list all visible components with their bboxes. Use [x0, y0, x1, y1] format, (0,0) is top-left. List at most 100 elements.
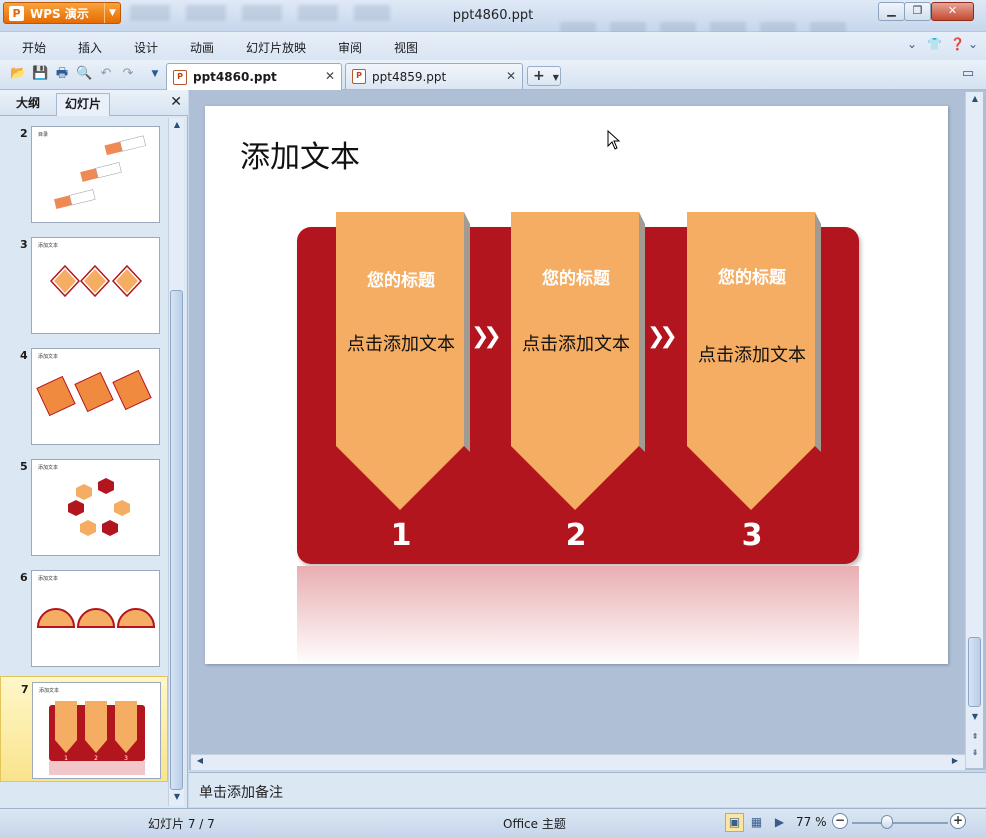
- thumbnail-slide-5[interactable]: 5 添加文本: [0, 454, 168, 560]
- chevron-down-icon[interactable]: ▼: [553, 73, 559, 82]
- double-chevron-icon: ❯❯: [647, 324, 678, 349]
- close-panel-icon[interactable]: ✕: [170, 94, 182, 110]
- window-title: ppt4860.ppt: [452, 8, 534, 23]
- thumbnail-number: 2: [20, 127, 28, 140]
- card-title[interactable]: 您的标题: [511, 264, 641, 289]
- scroll-right-icon[interactable]: ▶: [949, 756, 961, 770]
- menu-view[interactable]: 视图: [394, 39, 418, 56]
- thumbnail-slide-7[interactable]: 7 添加文本 1 2 3: [0, 676, 168, 782]
- thumbnail-preview: 添加文本 1 2 3: [32, 682, 161, 779]
- thumbnail-list: 2 目录 3 添加文本 4 添加文本 5 添加文本 6 添加文本 7 添加文本 …: [0, 118, 168, 808]
- slide-editor: 添加文本 您的标题 点击添加文本 您的标题 点击添加文本 您的标题 点击添加文本…: [189, 90, 986, 770]
- close-tab-icon[interactable]: ✕: [325, 69, 335, 83]
- open-folder-icon[interactable]: 📂: [10, 66, 26, 82]
- save-icon[interactable]: 💾: [32, 66, 48, 82]
- zoom-in-icon[interactable]: +: [950, 813, 966, 829]
- scroll-up-icon[interactable]: ▲: [969, 94, 981, 108]
- slide-horizontal-scrollbar[interactable]: ◀ ▶: [191, 754, 965, 770]
- thumbnail-number: 6: [20, 571, 28, 584]
- menu-insert[interactable]: 插入: [78, 39, 102, 56]
- theme-name: Office 主题: [503, 817, 566, 831]
- slideshow-play-icon[interactable]: ▶: [770, 813, 789, 832]
- new-tab-button[interactable]: + ▼: [527, 66, 561, 86]
- print-icon[interactable]: 🖶: [54, 66, 70, 82]
- slide-title[interactable]: 添加文本: [240, 132, 360, 176]
- next-slide-icon[interactable]: ⇟: [969, 748, 981, 762]
- notes-placeholder[interactable]: 单击添加备注: [199, 782, 283, 802]
- thumbnail-number: 5: [20, 460, 28, 473]
- thumbnail-preview: 添加文本: [31, 348, 160, 445]
- notes-pane[interactable]: 单击添加备注: [189, 772, 986, 807]
- skin-shirt-icon[interactable]: 👕: [927, 37, 942, 51]
- close-window-button[interactable]: ✕: [931, 2, 974, 21]
- doc-tab-ppt4860[interactable]: P ppt4860.ppt ✕: [166, 63, 342, 90]
- panel-tabs: 大纲 幻灯片 ✕: [0, 90, 188, 116]
- thumbnail-preview: 添加文本: [31, 459, 160, 556]
- normal-view-icon[interactable]: ▣: [725, 813, 744, 832]
- thumbnail-slide-2[interactable]: 2 目录: [0, 121, 168, 227]
- tab-slides[interactable]: 幻灯片: [56, 93, 111, 116]
- menu-animation[interactable]: 动画: [190, 39, 214, 56]
- step-card-2[interactable]: 您的标题 点击添加文本: [511, 212, 645, 510]
- ppt-file-icon: P: [173, 69, 187, 85]
- doc-tab-ppt4859[interactable]: P ppt4859.ppt ✕: [345, 63, 523, 89]
- close-tab-icon[interactable]: ✕: [506, 69, 516, 83]
- svg-text:3: 3: [124, 755, 128, 762]
- menu-home[interactable]: 开始: [22, 39, 46, 56]
- chevron-down-icon[interactable]: ⌄: [907, 37, 917, 51]
- undo-icon[interactable]: ↶: [98, 66, 114, 82]
- step-card-3[interactable]: 您的标题 点击添加文本: [687, 212, 821, 510]
- menu-slideshow[interactable]: 幻灯片放映: [246, 39, 306, 56]
- slide-vertical-scrollbar[interactable]: ▲ ▼ ⇞ ⇟: [965, 92, 983, 768]
- help-dropdown-icon[interactable]: ⌄: [968, 37, 978, 51]
- thumbnails-scrollbar[interactable]: ▲ ▼: [168, 118, 184, 806]
- mouse-cursor-icon: [607, 130, 621, 150]
- thumbnail-title: 添加文本: [38, 354, 59, 360]
- scroll-down-icon[interactable]: ▼: [969, 712, 981, 726]
- customize-toolbar-icon[interactable]: ▼: [147, 66, 163, 82]
- scroll-down-icon[interactable]: ▼: [171, 792, 183, 806]
- card-text[interactable]: 点击添加文本: [336, 330, 466, 356]
- thumbnail-title: 添加文本: [38, 576, 59, 582]
- redo-icon[interactable]: ↷: [120, 66, 136, 82]
- zoom-slider-track[interactable]: [852, 822, 948, 824]
- scrollbar-thumb[interactable]: [968, 637, 981, 707]
- layout-toggle-icon[interactable]: ▭: [960, 66, 976, 82]
- svg-text:2: 2: [94, 755, 98, 762]
- menu-design[interactable]: 设计: [134, 39, 158, 56]
- menu-review[interactable]: 审阅: [338, 39, 362, 56]
- print-preview-icon[interactable]: 🔍: [76, 66, 92, 82]
- minimize-button[interactable]: ▁: [878, 2, 905, 21]
- quick-access-toolbar: 📂 💾 🖶 🔍 ↶ ↷ ▼ P ppt4860.ppt ✕ P ppt4859.…: [0, 60, 986, 90]
- thumbnail-slide-4[interactable]: 4 添加文本: [0, 343, 168, 449]
- step-card-1[interactable]: 您的标题 点击添加文本: [336, 212, 470, 510]
- thumbnail-graphic: [49, 264, 143, 298]
- panel-reflection: [297, 566, 859, 664]
- restore-button[interactable]: ❐: [904, 2, 931, 21]
- card-title[interactable]: 您的标题: [336, 266, 466, 291]
- thumbnail-slide-3[interactable]: 3 添加文本: [0, 232, 168, 338]
- previous-slide-icon[interactable]: ⇞: [969, 732, 981, 746]
- scroll-up-icon[interactable]: ▲: [171, 120, 183, 134]
- card-text[interactable]: 点击添加文本: [687, 341, 817, 367]
- current-slide[interactable]: 添加文本 您的标题 点击添加文本 您的标题 点击添加文本 您的标题 点击添加文本…: [205, 106, 948, 664]
- card-text[interactable]: 点击添加文本: [511, 330, 641, 356]
- zoom-out-icon[interactable]: −: [832, 813, 848, 829]
- scroll-left-icon[interactable]: ◀: [194, 756, 206, 770]
- status-bar: 幻灯片 7 / 7 Office 主题 ▣ ▦ ▶ 77 % − +: [0, 808, 986, 837]
- scrollbar-thumb[interactable]: [170, 290, 183, 790]
- thumbnail-slide-6[interactable]: 6 添加文本: [0, 565, 168, 671]
- help-icon[interactable]: ❓: [950, 37, 965, 51]
- arrow-banner-shape: [511, 212, 645, 510]
- tab-outline[interactable]: 大纲: [8, 93, 48, 116]
- thumbnail-title: 添加文本: [38, 243, 59, 249]
- thumbnail-graphic: [53, 135, 146, 209]
- svg-text:1: 1: [64, 755, 68, 762]
- zoom-level: 77 %: [796, 815, 827, 829]
- zoom-slider-handle[interactable]: [881, 815, 893, 829]
- card-title[interactable]: 您的标题: [687, 263, 817, 288]
- ppt-file-icon: P: [352, 69, 366, 84]
- thumbnail-number: 4: [20, 349, 28, 362]
- thumbnail-graphic: [68, 478, 130, 536]
- slide-sorter-icon[interactable]: ▦: [747, 813, 766, 832]
